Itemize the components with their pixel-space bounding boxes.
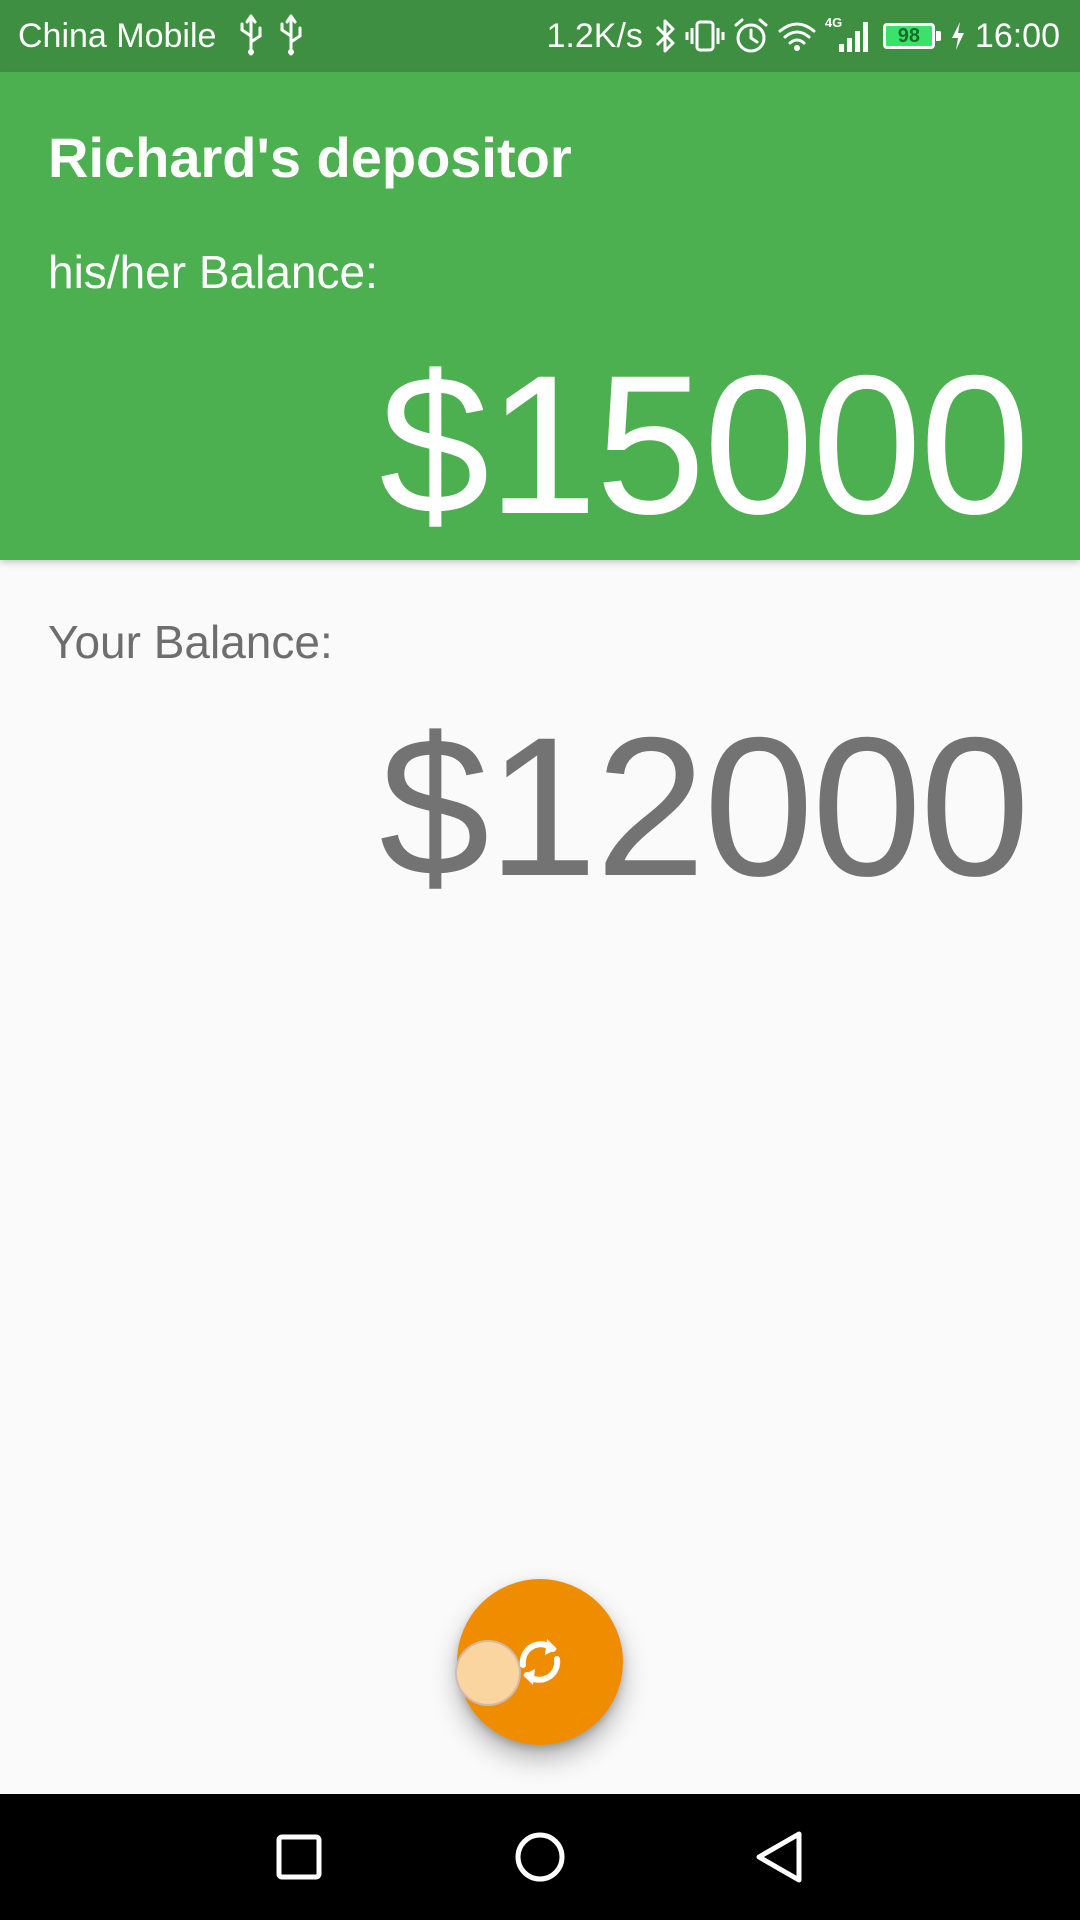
back-icon[interactable] xyxy=(745,1822,815,1892)
depositor-balance-amount: $15000 xyxy=(379,334,1030,555)
vibrate-icon xyxy=(685,20,725,52)
usb-icons xyxy=(236,14,306,58)
signal-icon: 4G xyxy=(825,16,875,56)
usb-icon xyxy=(240,14,262,56)
status-bar: China Mobile 1.2K/s 4G 98 16:00 xyxy=(0,0,1080,72)
touch-indicator xyxy=(455,1640,521,1706)
recents-icon[interactable] xyxy=(264,1822,334,1892)
charging-icon xyxy=(951,22,964,50)
carrier-name: China Mobile xyxy=(18,17,217,55)
clock: 16:00 xyxy=(974,17,1060,55)
home-icon[interactable] xyxy=(505,1822,575,1892)
depositor-card: Richard's depositor his/her Balance: $15… xyxy=(0,72,1080,560)
page-title: Richard's depositor xyxy=(48,126,572,189)
wifi-icon xyxy=(778,22,816,51)
usb-icon xyxy=(280,14,302,56)
network-speed: 1.2K/s xyxy=(546,17,643,55)
your-balance-amount: $12000 xyxy=(379,696,1030,917)
depositor-balance-label: his/her Balance: xyxy=(48,246,378,298)
your-balance-label: Your Balance: xyxy=(48,616,333,668)
bluetooth-icon xyxy=(655,19,675,53)
navigation-bar xyxy=(0,1794,1080,1920)
battery-icon: 98 xyxy=(882,23,941,49)
battery-level: 98 xyxy=(897,25,921,47)
alarm-icon xyxy=(734,18,768,53)
